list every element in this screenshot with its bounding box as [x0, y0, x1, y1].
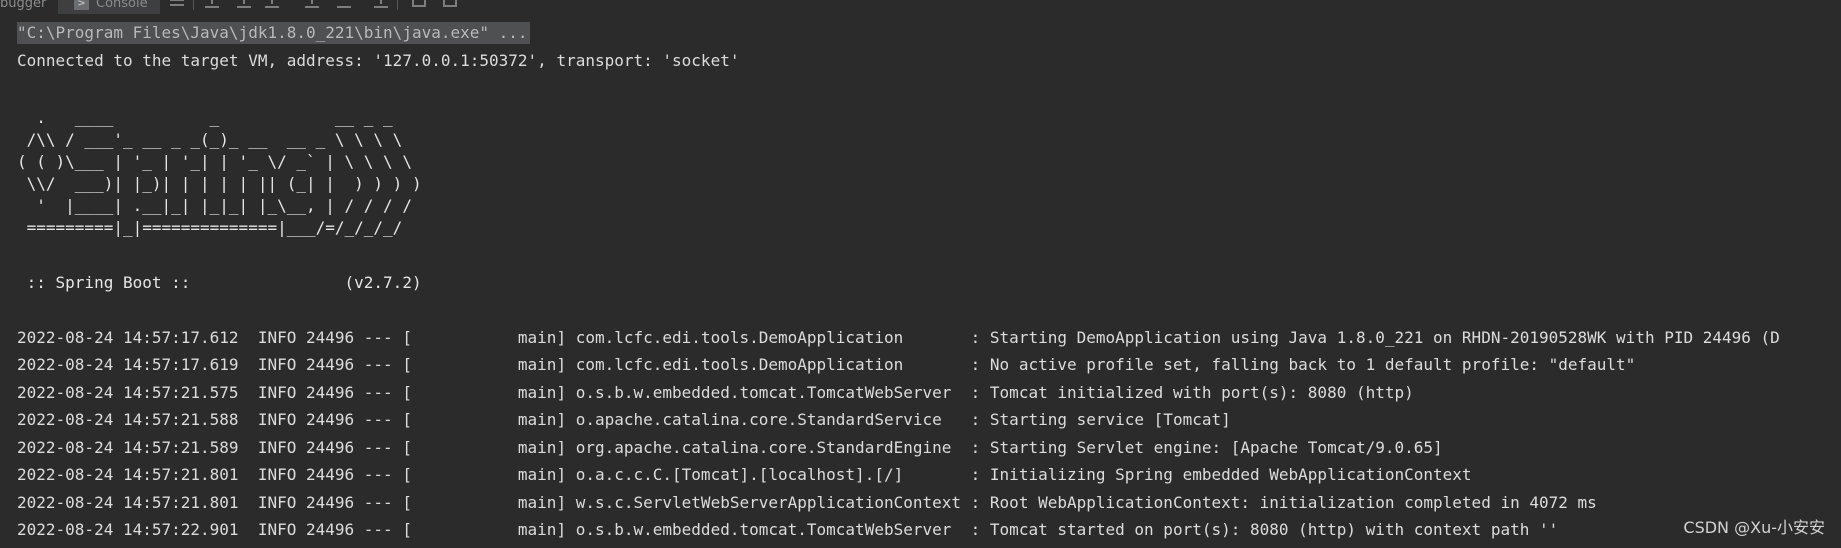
- download-icon[interactable]: [237, 0, 251, 8]
- csdn-watermark: CSDN @Xu-小安安: [1683, 518, 1825, 537]
- scroll-down-icon[interactable]: [265, 0, 279, 8]
- toolbar-divider: [397, 0, 398, 10]
- log-line: 2022-08-24 14:57:21.801 INFO 24496 --- […: [17, 493, 1597, 512]
- banner-line: \\/ ___)| |_)| | | | | || (_| | ) ) ) ): [17, 174, 422, 193]
- filter-icon[interactable]: [374, 0, 388, 8]
- log-line: 2022-08-24 14:57:21.588 INFO 24496 --- […: [17, 410, 1231, 429]
- clear-icon[interactable]: [305, 0, 319, 8]
- command-line[interactable]: "C:\Program Files\Java\jdk1.8.0_221\bin\…: [17, 22, 530, 44]
- console-output[interactable]: "C:\Program Files\Java\jdk1.8.0_221\bin\…: [0, 16, 1841, 548]
- table-icon[interactable]: [412, 0, 426, 7]
- spring-boot-version: :: Spring Boot :: (v2.7.2): [17, 273, 422, 292]
- console-toolbar: bugger > Console: [0, 0, 1841, 14]
- connected-line: Connected to the target VM, address: '12…: [17, 51, 740, 70]
- scroll-up-icon[interactable]: [205, 0, 219, 8]
- log-line: 2022-08-24 14:57:17.612 INFO 24496 --- […: [17, 328, 1780, 347]
- log-line: 2022-08-24 14:57:21.589 INFO 24496 --- […: [17, 438, 1443, 457]
- toolbar-divider: [193, 0, 194, 10]
- tab-console-label: Console: [96, 0, 148, 11]
- log-line: 2022-08-24 14:57:22.901 INFO 24496 --- […: [17, 520, 1559, 539]
- console-icon: >: [74, 0, 89, 10]
- banner-line: ' |____| .__|_| |_|_| |_\__, | / / / /: [17, 196, 412, 215]
- log-line: 2022-08-24 14:57:21.575 INFO 24496 --- […: [17, 383, 1414, 402]
- log-line: 2022-08-24 14:57:17.619 INFO 24496 --- […: [17, 355, 1636, 374]
- log-line: 2022-08-24 14:57:21.801 INFO 24496 --- […: [17, 465, 1472, 484]
- banner-line: =========|_|==============|___/=/_/_/_/: [17, 218, 403, 237]
- tab-debugger-label: bugger: [0, 0, 47, 11]
- menu-icon[interactable]: [170, 0, 184, 6]
- tab-console[interactable]: > Console: [58, 0, 160, 14]
- restore-icon[interactable]: [337, 0, 351, 8]
- banner-line: /\\ / ___'_ __ _ _(_)_ __ __ _ \ \ \ \: [17, 130, 403, 149]
- banner-line: . ____ _ __ _ _: [17, 108, 393, 127]
- layout-icon[interactable]: [443, 0, 457, 7]
- banner-line: ( ( )\___ | '_ | '_| | '_ \/ _` | \ \ \ …: [17, 152, 412, 171]
- tab-debugger[interactable]: bugger: [0, 0, 56, 14]
